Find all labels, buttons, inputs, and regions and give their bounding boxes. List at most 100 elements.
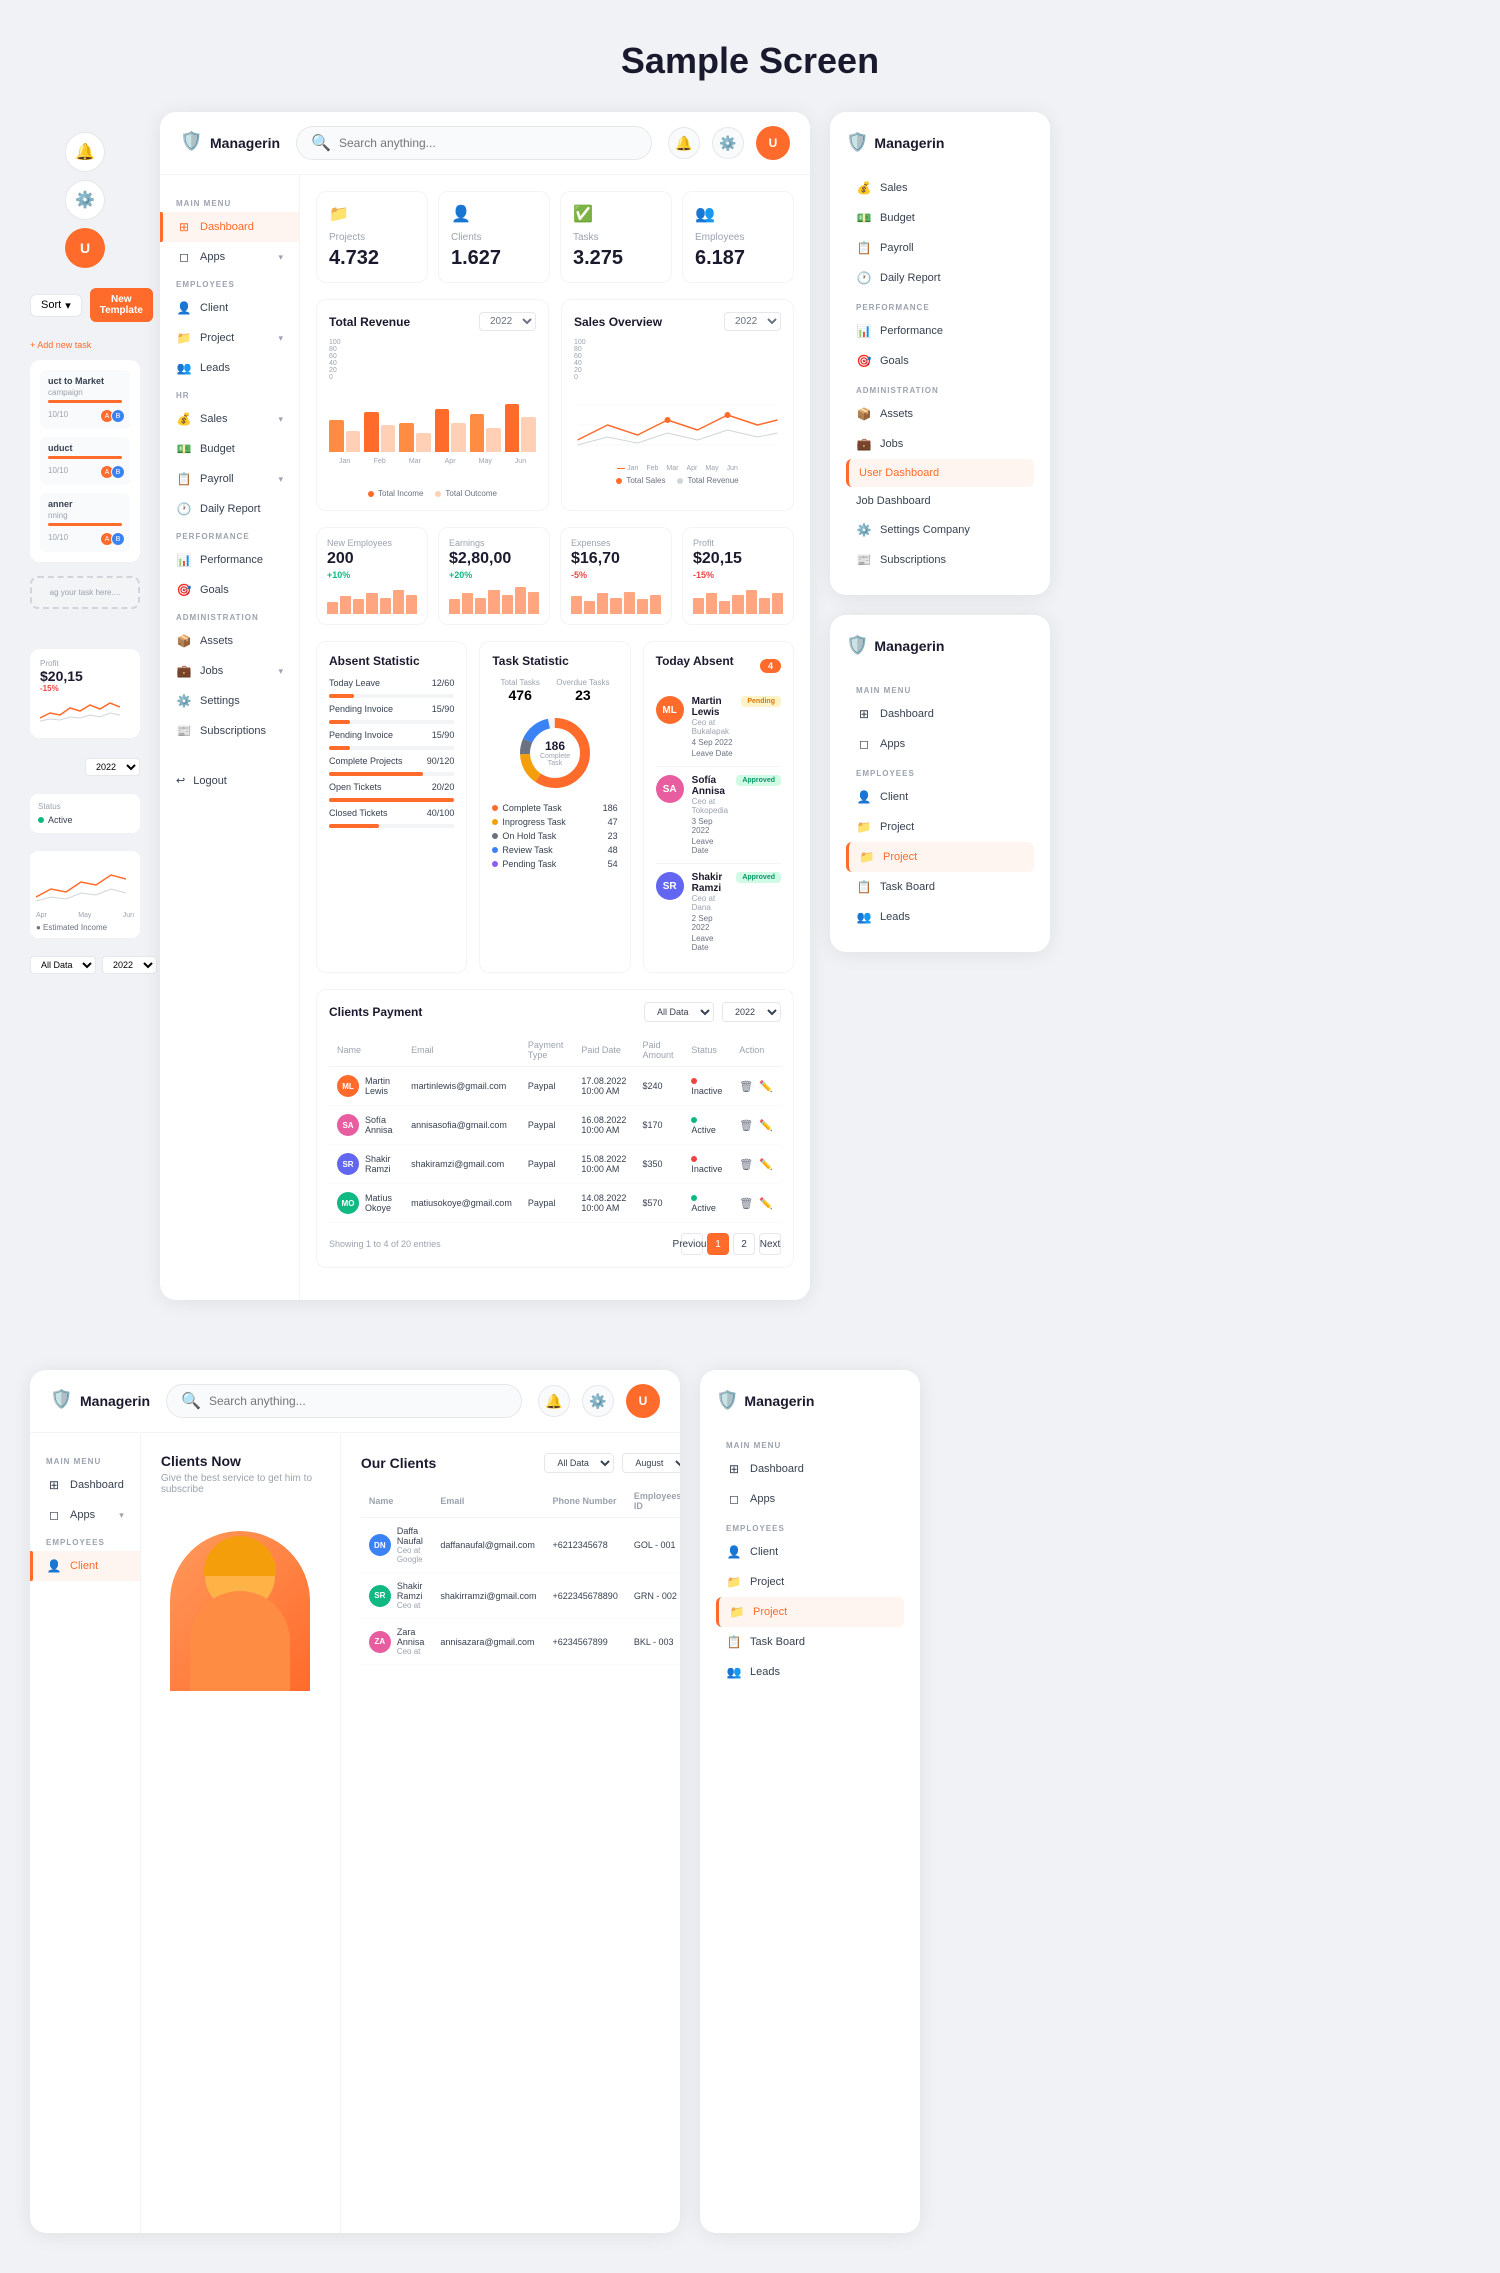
hr-label: HR: [160, 383, 299, 404]
new-employees-label: New Employees: [327, 538, 417, 548]
year-filter-left[interactable]: 2022: [85, 758, 140, 776]
right-nav-goals[interactable]: 🎯 Goals: [846, 346, 1034, 376]
user-avatar[interactable]: U: [756, 126, 790, 160]
search-input[interactable]: [339, 136, 637, 150]
delete-button[interactable]: 🗑: [739, 1197, 753, 1210]
sidebar-item-subscriptions[interactable]: 📰 Subscriptions: [160, 716, 299, 746]
right-nav-jobs[interactable]: 💼 Jobs: [846, 429, 1034, 459]
clients-month-select[interactable]: August: [622, 1453, 680, 1473]
right-nav-apps[interactable]: ◻ Apps: [846, 729, 1034, 759]
second-search-bar[interactable]: 🔍: [166, 1384, 522, 1418]
year-filter-2[interactable]: 2022: [102, 956, 157, 974]
sidebar-item-apps[interactable]: ◻ Apps ▾: [160, 242, 299, 272]
notification-icon-left[interactable]: 🔔: [65, 132, 105, 172]
new-template-button[interactable]: New Template: [90, 288, 153, 322]
sidebar-item-sales[interactable]: 💰 Sales ▾: [160, 404, 299, 434]
delete-button[interactable]: 🗑: [739, 1119, 753, 1132]
right-nav-client[interactable]: 👤 Client: [846, 782, 1034, 812]
sort-button[interactable]: Sort ▾: [30, 294, 82, 317]
second-user-avatar[interactable]: U: [626, 1384, 660, 1418]
right-nav-user-dashboard[interactable]: User Dashboard: [846, 459, 1034, 487]
second-sidebar-client[interactable]: 👤 Client: [30, 1551, 140, 1581]
pagination: Showing 1 to 4 of 20 entries Previous 1 …: [329, 1223, 781, 1255]
sidebar-item-assets[interactable]: 📦 Assets: [160, 626, 299, 656]
right-nav-job-dashboard[interactable]: Job Dashboard: [846, 487, 1034, 515]
right-nav-project-2[interactable]: 📁 Project: [846, 842, 1034, 872]
second-right-nav-project-active[interactable]: 📁 Project: [716, 1597, 904, 1627]
right-nav-task-board[interactable]: 📋 Task Board: [846, 872, 1034, 902]
client-name: Zara Annisa: [397, 1627, 425, 1647]
right-nav-assets[interactable]: 📦 Assets: [846, 399, 1034, 429]
second-notification-button[interactable]: 🔔: [538, 1385, 570, 1417]
right-nav-sales[interactable]: 💰 Sales: [846, 173, 1034, 203]
search-bar[interactable]: 🔍: [296, 126, 652, 160]
task-item[interactable]: anner nning 10/10 A B: [40, 493, 130, 552]
right-nav-subscriptions[interactable]: 📰 Subscriptions: [846, 545, 1034, 575]
right-logo-text-1: Managerin: [874, 135, 944, 151]
delete-button[interactable]: 🗑: [739, 1158, 753, 1171]
right-nav-settings-company[interactable]: ⚙️ Settings Company: [846, 515, 1034, 545]
second-settings-button[interactable]: ⚙️: [582, 1385, 614, 1417]
sidebar-label-jobs: Jobs: [200, 665, 223, 677]
right-nav-leads[interactable]: 👥 Leads: [846, 902, 1034, 932]
sidebar-label-apps: Apps: [200, 251, 225, 263]
settings-icon-left[interactable]: ⚙️: [65, 180, 105, 220]
second-sidebar-dashboard[interactable]: ⊞ Dashboard: [30, 1470, 140, 1500]
year-select[interactable]: 2022: [722, 1002, 781, 1022]
task-item[interactable]: uduct 10/10 A B: [40, 437, 130, 485]
client-company: Ceo at Google: [397, 1546, 425, 1564]
edit-button[interactable]: ✏️: [759, 1158, 773, 1171]
delete-button[interactable]: 🗑: [739, 1080, 753, 1093]
right-label-client: Client: [880, 791, 908, 803]
sidebar-item-daily-report[interactable]: 🕐 Daily Report: [160, 494, 299, 524]
next-button[interactable]: Next: [759, 1233, 781, 1255]
sidebar-item-budget[interactable]: 💵 Budget: [160, 434, 299, 464]
revenue-year-select[interactable]: 2022: [479, 312, 536, 331]
task-item[interactable]: uct to Market campaign 10/10 A B: [40, 370, 130, 429]
page-2-button[interactable]: 2: [733, 1233, 755, 1255]
right-nav-daily-report[interactable]: 🕐 Daily Report: [846, 263, 1034, 293]
right-nav-dashboard[interactable]: ⊞ Dashboard: [846, 699, 1034, 729]
client-email: annisazara@gmail.com: [432, 1619, 544, 1665]
edit-button[interactable]: ✏️: [759, 1080, 773, 1093]
logout-item[interactable]: ↩ Logout: [160, 766, 299, 795]
sidebar-item-dashboard[interactable]: ⊞ Dashboard: [160, 212, 299, 242]
refresh-button[interactable]: ⚙️: [712, 127, 744, 159]
right-nav-budget[interactable]: 💵 Budget: [846, 203, 1034, 233]
sidebar-item-client[interactable]: 👤 Client: [160, 293, 299, 323]
second-search-input[interactable]: [209, 1394, 507, 1408]
sidebar-item-settings[interactable]: ⚙️ Settings: [160, 686, 299, 716]
notification-button[interactable]: 🔔: [668, 127, 700, 159]
sidebar-item-performance[interactable]: 📊 Performance: [160, 545, 299, 575]
second-right-nav-dashboard[interactable]: ⊞ Dashboard: [716, 1454, 904, 1484]
edit-button[interactable]: ✏️: [759, 1119, 773, 1132]
avatar-left[interactable]: U: [65, 228, 105, 268]
second-right-nav-task-board[interactable]: 📋 Task Board: [716, 1627, 904, 1657]
sidebar-item-payroll[interactable]: 📋 Payroll ▾: [160, 464, 299, 494]
sales-year-select[interactable]: 2022: [724, 312, 781, 331]
clients-all-data-select[interactable]: All Data: [544, 1453, 614, 1473]
right-nav-payroll[interactable]: 📋 Payroll: [846, 233, 1034, 263]
second-right-nav-project[interactable]: 📁 Project: [716, 1567, 904, 1597]
add-new-task-link[interactable]: + Add new task: [30, 340, 140, 350]
all-data-select[interactable]: All Data: [644, 1002, 714, 1022]
right-label-budget: Budget: [880, 212, 915, 224]
second-right-nav-leads[interactable]: 👥 Leads: [716, 1657, 904, 1687]
second-sidebar-apps[interactable]: ◻ Apps ▾: [30, 1500, 140, 1530]
right-nav-performance[interactable]: 📊 Performance: [846, 316, 1034, 346]
sidebar-item-leads[interactable]: 👥 Leads: [160, 353, 299, 383]
sidebar-item-project[interactable]: 📁 Project ▾: [160, 323, 299, 353]
drag-area[interactable]: ag your task here....: [30, 576, 140, 609]
edit-button[interactable]: ✏️: [759, 1197, 773, 1210]
prev-button[interactable]: Previous: [681, 1233, 703, 1255]
sidebar-item-goals[interactable]: 🎯 Goals: [160, 575, 299, 605]
second-right-nav-client[interactable]: 👤 Client: [716, 1537, 904, 1567]
right-label-leads: Leads: [880, 911, 910, 923]
page-1-button[interactable]: 1: [707, 1233, 729, 1255]
all-data-filter[interactable]: All Data: [30, 956, 96, 974]
client-icon: 👤: [176, 301, 192, 315]
employees-label: Employees: [695, 232, 781, 243]
sidebar-item-jobs[interactable]: 💼 Jobs ▾: [160, 656, 299, 686]
right-nav-project-1[interactable]: 📁 Project: [846, 812, 1034, 842]
second-right-nav-apps[interactable]: ◻ Apps: [716, 1484, 904, 1514]
